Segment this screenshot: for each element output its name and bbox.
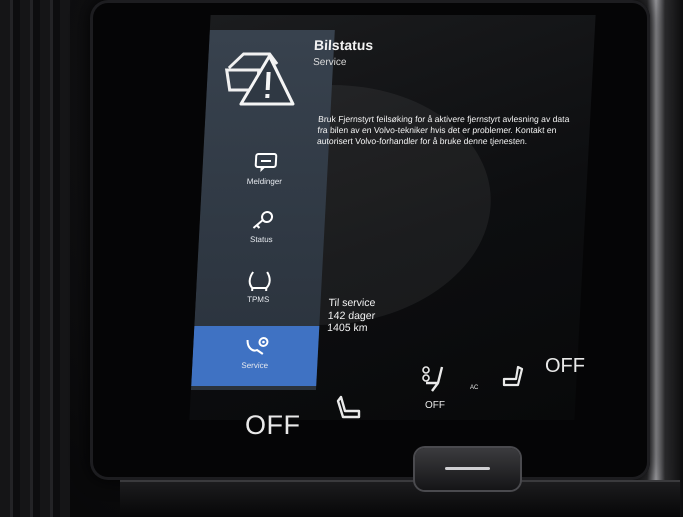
right-temp-button[interactable]: OFF [545,355,585,378]
left-temp-button[interactable]: OFF [245,410,301,441]
service-distance: 1405 km [326,322,368,334]
car-warning-icon [220,40,304,120]
service-days: 142 dager [327,309,376,322]
home-button[interactable] [415,448,520,490]
fan-seat-icon[interactable] [418,365,452,398]
seat-heat-left-icon[interactable] [335,395,363,426]
page-title: Bilstatus [313,37,374,53]
climate-bar: OFF OFF AC OFF [200,345,600,455]
message-icon [252,150,279,174]
sidebar: Meldinger Status TPMS Service [190,30,335,390]
car-dashboard-photo: Meldinger Status TPMS Service Bilstatus … [0,0,683,517]
service-label: Til service [328,297,376,309]
sidebar-item-tpms[interactable]: TPMS [194,268,322,328]
tire-pressure-icon [246,268,273,292]
service-info: Til service 142 dager 1405 km [327,297,376,335]
seat-heat-right-icon[interactable] [500,365,526,394]
sidebar-item-label: Meldinger [246,177,283,186]
service-description: Bruk Fjernstyrt feilsøking for å aktiver… [316,114,570,146]
ac-label[interactable]: AC [470,385,478,392]
air-vent [0,0,70,517]
page-subtitle: Service [312,57,347,68]
console-trim [120,480,680,517]
sidebar-item-meldinger[interactable]: Meldinger [200,150,328,210]
fan-button[interactable]: OFF [425,400,445,411]
sidebar-item-label: Status [249,235,273,244]
key-icon [249,208,276,232]
sidebar-item-status[interactable]: Status [197,208,325,268]
sidebar-item-label: TPMS [246,295,270,304]
